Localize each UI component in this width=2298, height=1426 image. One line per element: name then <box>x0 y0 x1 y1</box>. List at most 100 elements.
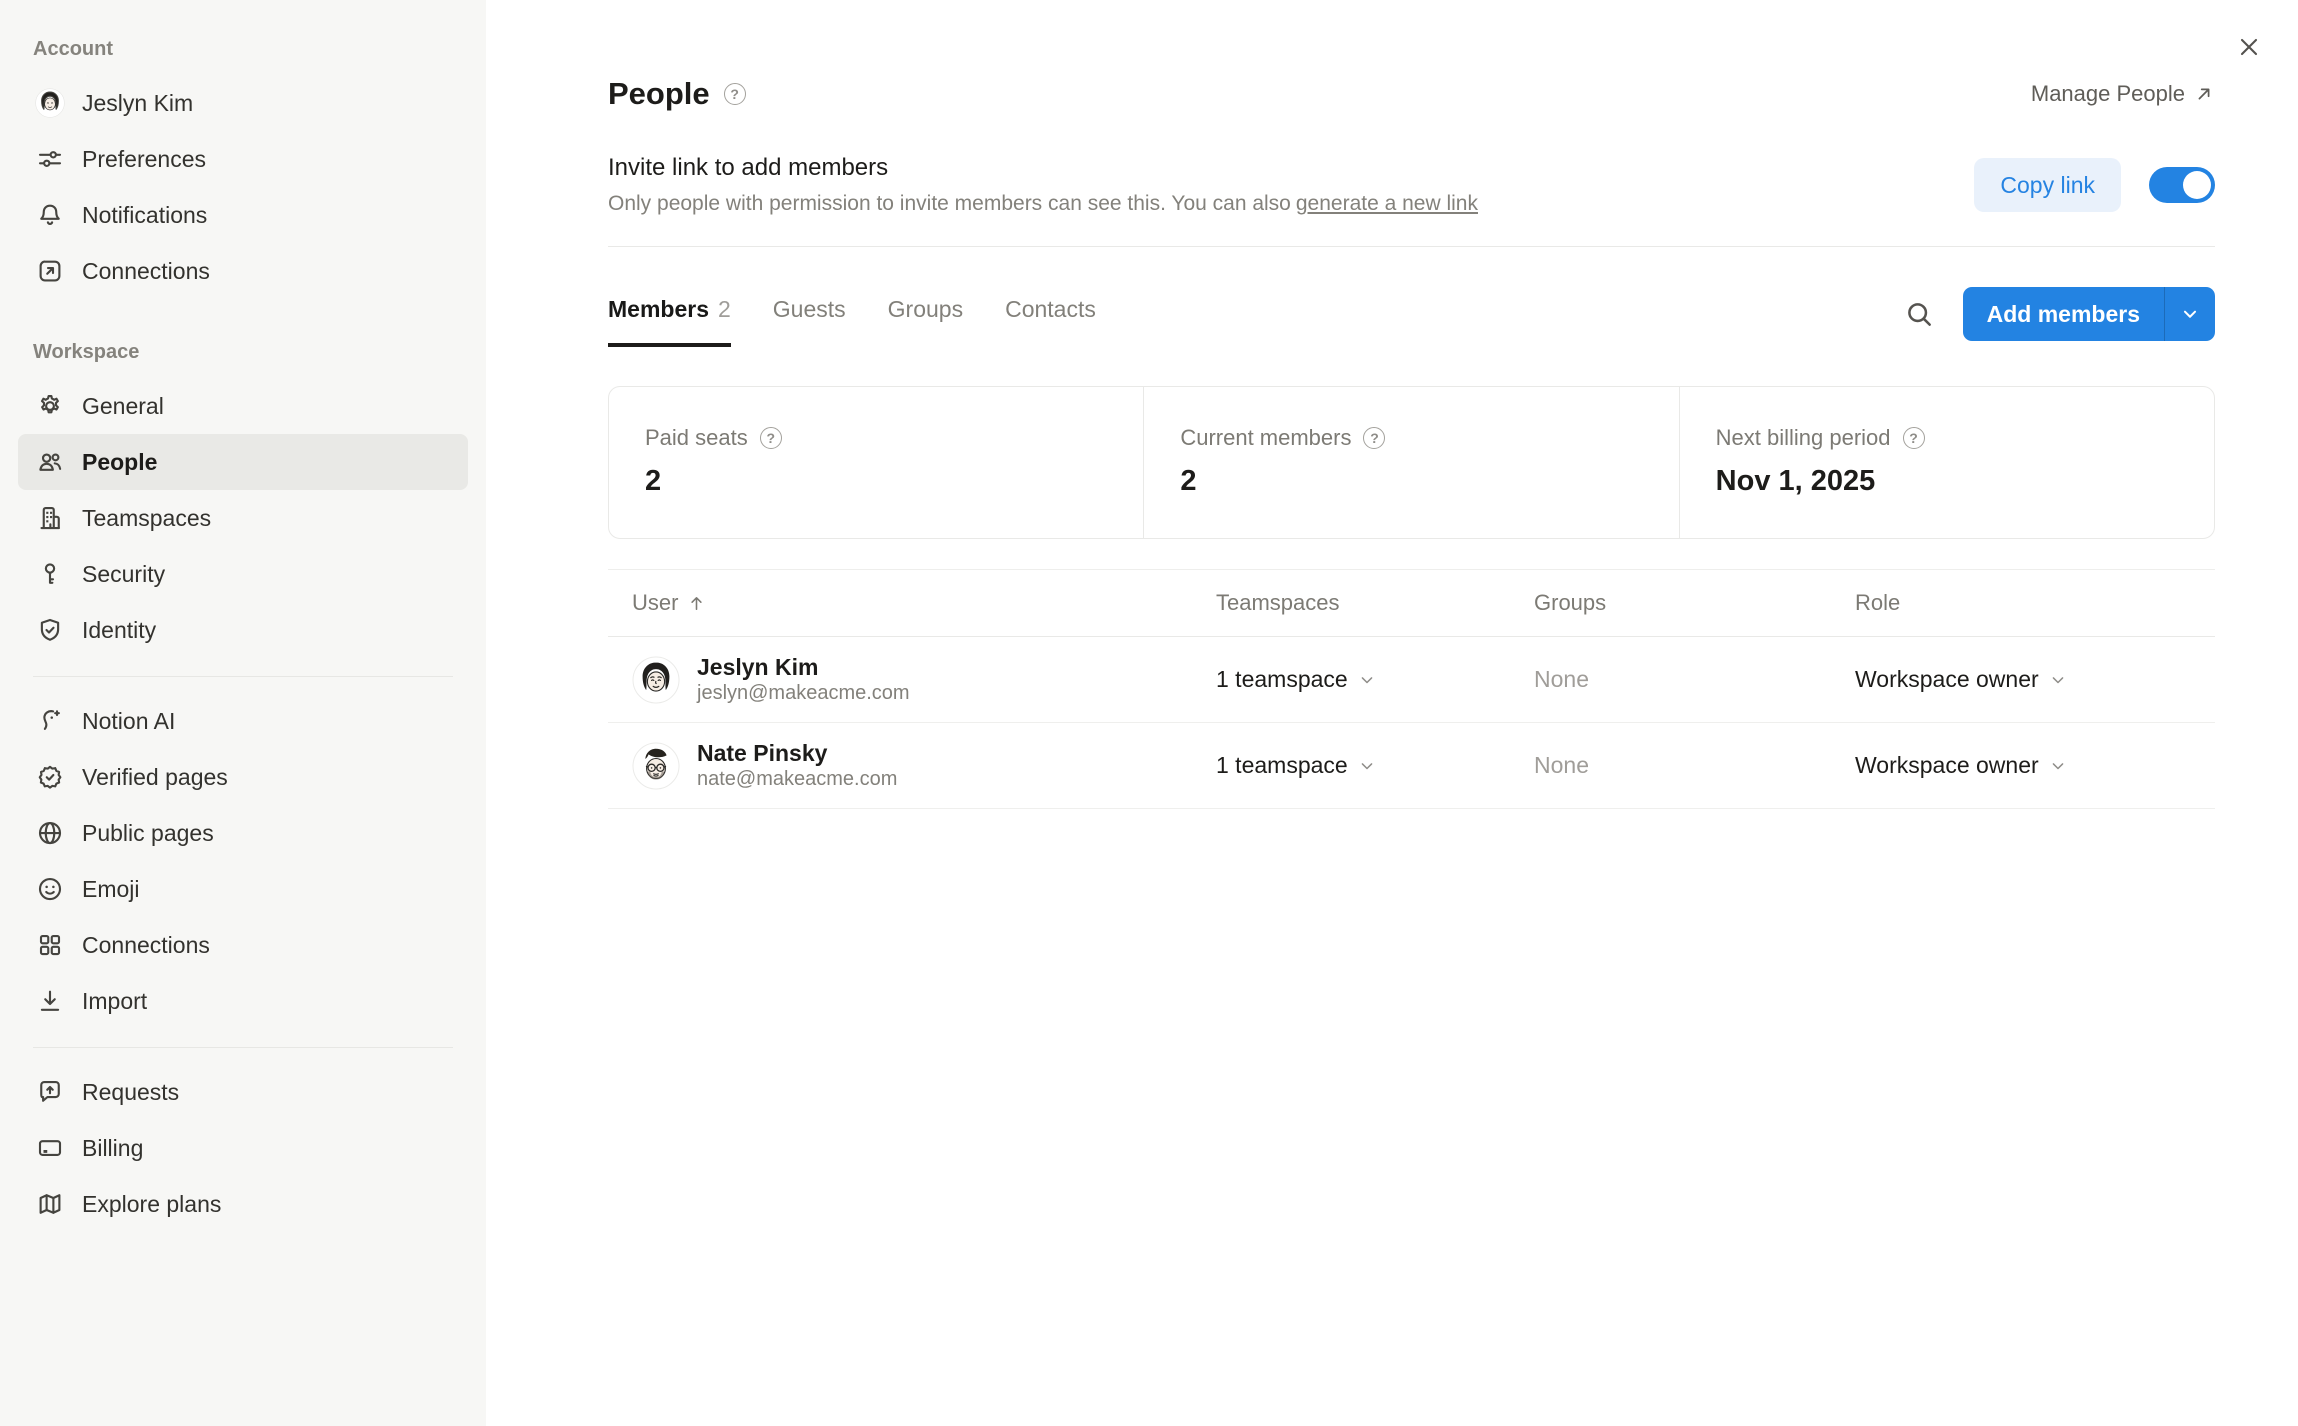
sidebar-section-admin: Requests Billing Explore plans <box>18 1064 468 1232</box>
people-content: People Manage People Invite link to add … <box>486 0 2298 809</box>
section-label-workspace: Workspace <box>18 333 468 378</box>
copy-link-button[interactable]: Copy link <box>1974 158 2121 212</box>
sidebar-item-billing[interactable]: Billing <box>18 1120 468 1176</box>
tab-groups[interactable]: Groups <box>888 296 963 347</box>
sidebar-section-account: Account Jeslyn Kim Preferences <box>18 30 468 299</box>
gear-icon <box>33 391 66 421</box>
key-icon <box>33 559 66 589</box>
sidebar-item-security[interactable]: Security <box>18 546 468 602</box>
avatar <box>632 656 680 704</box>
table-row: Nate Pinsky nate@makeacme.com 1 teamspac… <box>608 723 2215 809</box>
sidebar-item-label: Identity <box>82 617 156 644</box>
chevron-down-icon <box>2048 670 2068 690</box>
globe-icon <box>33 818 66 848</box>
member-email: jeslyn@makeacme.com <box>697 681 910 706</box>
sidebar-item-explore-plans[interactable]: Explore plans <box>18 1176 468 1232</box>
member-name: Nate Pinsky <box>697 739 897 768</box>
sidebar-item-requests[interactable]: Requests <box>18 1064 468 1120</box>
close-icon[interactable] <box>2232 30 2266 64</box>
toggle-knob <box>2183 171 2211 199</box>
sidebar-item-identity[interactable]: Identity <box>18 602 468 658</box>
arrow-up-right-square-icon <box>33 256 66 286</box>
invite-link-toggle[interactable] <box>2149 167 2215 203</box>
sidebar-item-label: Teamspaces <box>82 505 211 532</box>
page-title: People <box>608 76 710 112</box>
search-icon[interactable] <box>1903 298 1935 330</box>
help-icon[interactable] <box>760 427 782 449</box>
sidebar-item-label: Notifications <box>82 202 207 229</box>
stat-paid-seats: Paid seats 2 <box>609 387 1143 538</box>
sidebar-item-label: Verified pages <box>82 764 228 791</box>
grid-icon <box>33 930 66 960</box>
tab-members[interactable]: Members2 <box>608 296 731 347</box>
teamspaces-dropdown[interactable]: 1 teamspace <box>1216 666 1534 693</box>
member-name: Jeslyn Kim <box>697 653 910 682</box>
map-icon <box>33 1189 66 1219</box>
stat-next-billing: Next billing period Nov 1, 2025 <box>1679 387 2214 538</box>
help-icon[interactable] <box>1363 427 1385 449</box>
sidebar-section-workspace: Workspace General People Teamspaces <box>18 333 468 658</box>
sidebar-item-public-pages[interactable]: Public pages <box>18 805 468 861</box>
column-user[interactable]: User <box>608 590 1216 616</box>
billing-stats-card: Paid seats 2 Current members 2 Next bill… <box>608 386 2215 539</box>
sidebar-item-notion-ai[interactable]: Notion AI <box>18 693 468 749</box>
sidebar-item-emoji[interactable]: Emoji <box>18 861 468 917</box>
chevron-down-icon <box>1357 670 1377 690</box>
members-table: User Teamspaces Groups Role <box>608 569 2215 809</box>
sidebar-item-label: Security <box>82 561 165 588</box>
manage-people-link[interactable]: Manage People <box>2031 81 2215 107</box>
next-billing-value: Nov 1, 2025 <box>1716 465 2178 498</box>
sidebar-item-preferences[interactable]: Preferences <box>18 131 468 187</box>
settings-window: Account Jeslyn Kim Preferences <box>0 0 2298 1426</box>
people-icon <box>33 447 66 477</box>
sidebar-item-label: Connections <box>82 932 210 959</box>
verified-badge-icon <box>33 762 66 792</box>
credit-card-icon <box>33 1133 66 1163</box>
tabs-bar: Members2 Guests Groups Contacts Add memb… <box>608 287 2215 355</box>
add-members-dropdown[interactable] <box>2164 287 2215 341</box>
avatar <box>632 742 680 790</box>
add-members-button[interactable]: Add members <box>1963 287 2164 341</box>
member-email: nate@makeacme.com <box>697 767 897 792</box>
chevron-down-icon <box>2048 756 2068 776</box>
sidebar-item-account-user[interactable]: Jeslyn Kim <box>18 75 468 131</box>
sidebar-item-label: Jeslyn Kim <box>82 90 193 117</box>
table-row: Jeslyn Kim jeslyn@makeacme.com 1 teamspa… <box>608 637 2215 723</box>
sidebar-item-connections-workspace[interactable]: Connections <box>18 917 468 973</box>
tab-contacts[interactable]: Contacts <box>1005 296 1096 347</box>
sidebar-item-label: Explore plans <box>82 1191 221 1218</box>
generate-new-link[interactable]: generate a new link <box>1296 192 1478 215</box>
add-members-split-button: Add members <box>1963 287 2215 341</box>
sidebar-item-label: Public pages <box>82 820 214 847</box>
role-dropdown[interactable]: Workspace owner <box>1855 666 2215 693</box>
sidebar-item-label: Notion AI <box>82 708 175 735</box>
sidebar-item-general[interactable]: General <box>18 378 468 434</box>
sidebar-item-import[interactable]: Import <box>18 973 468 1029</box>
sidebar-item-label: Import <box>82 988 147 1015</box>
sidebar-item-connections-account[interactable]: Connections <box>18 243 468 299</box>
teamspaces-dropdown[interactable]: 1 teamspace <box>1216 752 1534 779</box>
sidebar-item-notifications[interactable]: Notifications <box>18 187 468 243</box>
manage-people-label: Manage People <box>2031 81 2185 107</box>
invite-link-title: Invite link to add members <box>608 154 1478 182</box>
building-icon <box>33 503 66 533</box>
paid-seats-value: 2 <box>645 465 1107 498</box>
sidebar-item-label: Requests <box>82 1079 179 1106</box>
chevron-down-icon <box>2179 303 2201 325</box>
column-groups: Groups <box>1534 590 1855 616</box>
sidebar-item-teamspaces[interactable]: Teamspaces <box>18 490 468 546</box>
help-icon[interactable] <box>724 83 746 105</box>
sidebar-divider <box>33 676 453 677</box>
people-settings-panel: People Manage People Invite link to add … <box>486 0 2298 1426</box>
members-count-badge: 2 <box>718 296 731 322</box>
sidebar-item-people[interactable]: People <box>18 434 468 490</box>
help-icon[interactable] <box>1903 427 1925 449</box>
sidebar-item-verified-pages[interactable]: Verified pages <box>18 749 468 805</box>
groups-value: None <box>1534 752 1855 779</box>
role-dropdown[interactable]: Workspace owner <box>1855 752 2215 779</box>
user-avatar-icon <box>33 88 66 118</box>
tab-guests[interactable]: Guests <box>773 296 846 347</box>
stat-current-members: Current members 2 <box>1143 387 1678 538</box>
shield-check-icon <box>33 615 66 645</box>
smiley-icon <box>33 874 66 904</box>
